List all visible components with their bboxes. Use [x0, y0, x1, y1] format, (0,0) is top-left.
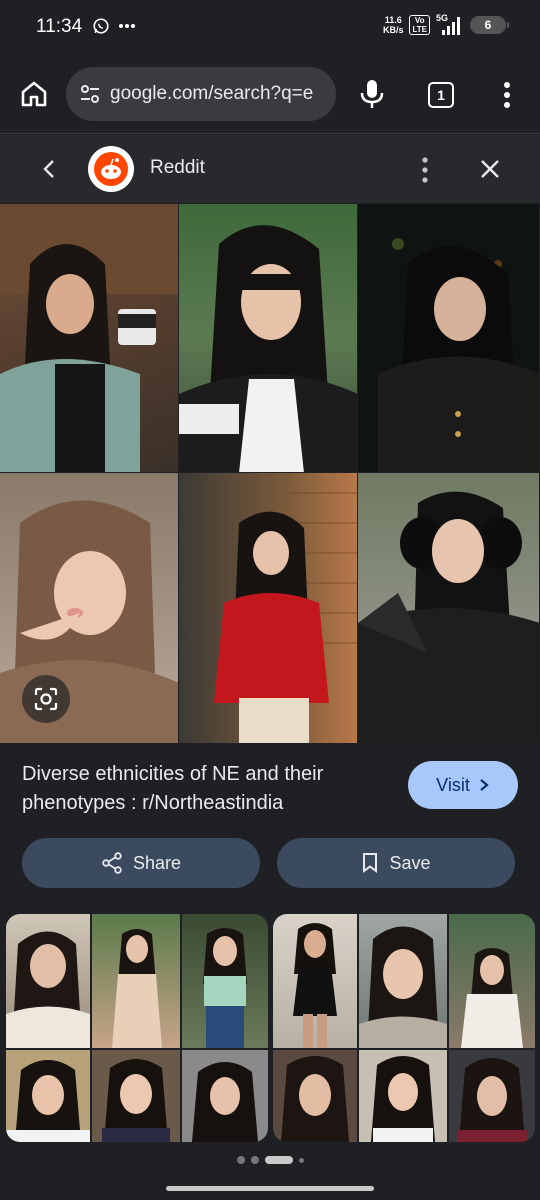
more-notifications-icon — [119, 24, 135, 28]
portrait-illustration — [358, 491, 539, 743]
related-photo — [273, 1050, 357, 1142]
status-time: 11:34 — [36, 16, 83, 37]
collage-photo — [179, 204, 358, 473]
pagination-dot — [250, 1156, 259, 1164]
related-photo — [182, 1050, 268, 1142]
reddit-logo — [88, 146, 134, 192]
visit-button[interactable]: Visit — [408, 761, 518, 809]
portrait-illustration — [378, 238, 539, 472]
tab-count: 1 — [437, 87, 445, 103]
portrait-illustration — [0, 204, 178, 472]
lens-search-button[interactable] — [22, 675, 70, 723]
volte-icon: Vo LTE — [409, 15, 430, 35]
main-image-collage[interactable] — [0, 204, 540, 744]
image-panel-header: Reddit — [0, 135, 540, 203]
home-icon[interactable] — [18, 78, 50, 110]
site-settings-icon[interactable] — [78, 82, 102, 106]
network-speed-unit: KB/s — [382, 25, 404, 35]
volte-top: Vo — [414, 16, 425, 25]
network-speed: 11.6 KB/s — [383, 15, 404, 35]
status-bar: 11:34 11.6 KB/s Vo LTE 5G 6 — [0, 0, 540, 56]
back-arrow-icon[interactable] — [38, 157, 62, 181]
portrait-illustration — [214, 492, 357, 743]
related-photo — [449, 914, 535, 1048]
volte-bottom: LTE — [412, 25, 427, 34]
more-options-icon[interactable] — [418, 155, 432, 185]
notification-icons — [92, 17, 136, 35]
related-photo — [92, 1050, 180, 1142]
bookmark-icon — [363, 853, 378, 873]
share-icon — [102, 852, 122, 874]
network-type: 5G — [436, 13, 449, 23]
collage-photo — [358, 473, 540, 744]
related-photo — [6, 1050, 90, 1142]
related-photo — [359, 1050, 447, 1142]
source-name[interactable]: Reddit — [150, 157, 205, 179]
url-text[interactable]: google.com/search?q=e — [110, 83, 313, 105]
network-speed-value: 11.6 — [384, 15, 402, 25]
collage-photo — [358, 204, 540, 473]
share-button[interactable]: Share — [22, 838, 260, 888]
browser-menu-icon[interactable] — [500, 80, 514, 110]
related-photo — [273, 914, 357, 1048]
microphone-icon[interactable] — [358, 78, 386, 110]
reddit-icon — [94, 152, 128, 186]
related-image-card[interactable] — [273, 914, 535, 1142]
visit-label: Visit — [436, 774, 470, 795]
collage-photo — [0, 204, 179, 473]
save-button[interactable]: Save — [277, 838, 515, 888]
pagination-dot — [298, 1157, 304, 1163]
chevron-right-icon — [480, 779, 489, 791]
close-icon[interactable] — [478, 157, 502, 181]
whatsapp-icon — [93, 18, 109, 34]
battery-icon: 6 — [470, 16, 509, 34]
related-photo — [359, 914, 447, 1048]
pagination-dots — [0, 1156, 540, 1164]
related-photo — [6, 914, 90, 1048]
gesture-nav-handle[interactable] — [166, 1186, 374, 1191]
collage-photo — [179, 473, 358, 744]
pagination-dot — [236, 1156, 245, 1164]
related-photo — [182, 914, 268, 1048]
save-label: Save — [389, 852, 431, 873]
related-photo — [449, 1050, 535, 1142]
related-image-card[interactable] — [6, 914, 268, 1142]
signal-icon: 5G — [436, 13, 464, 36]
related-photo — [92, 914, 180, 1048]
pagination-dot-active — [264, 1156, 293, 1164]
battery-level: 6 — [484, 18, 492, 32]
result-title[interactable]: Diverse ethnicities of NE and their phen… — [22, 760, 392, 818]
share-label: Share — [132, 852, 182, 873]
tab-switcher-button[interactable]: 1 — [428, 82, 454, 108]
address-bar[interactable]: google.com/search?q=e — [66, 67, 336, 121]
google-lens-icon — [34, 687, 58, 711]
browser-toolbar: google.com/search?q=e 1 — [0, 56, 540, 134]
portrait-illustration — [179, 225, 357, 472]
status-right-icons: 11.6 KB/s Vo LTE 5G 6 — [383, 13, 509, 36]
